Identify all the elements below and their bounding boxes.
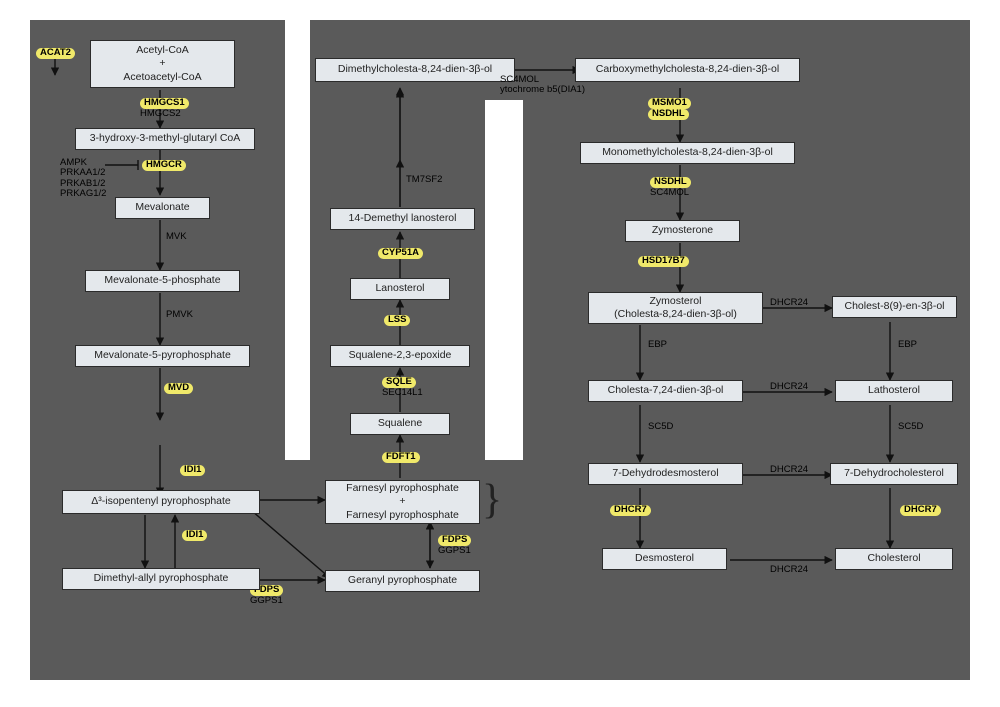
enz-sqle: SQLESEC14L1	[382, 377, 423, 399]
node-fpp: Farnesyl pyrophosphate + Farnesyl pyroph…	[325, 480, 480, 524]
enz-dhcr24-1: DHCR24	[770, 298, 808, 309]
enz-mvk: MVK	[166, 232, 187, 243]
node-dimeth: Dimethylcholesta-8,24-dien-3β-ol	[315, 58, 515, 82]
enz-idi1b: IDI1	[182, 530, 207, 541]
enz-ebp2: EBP	[898, 340, 917, 351]
enz-mvd: MVD	[164, 383, 193, 394]
enz-hsd17b7: HSD17B7	[638, 256, 689, 267]
enz-cyp51a: CYP51A	[378, 248, 423, 259]
enz-ampk: AMPK PRKAA1/2 PRKAB1/2 PRKAG1/2	[60, 158, 106, 200]
node-demeth14: 14-Demethyl lanosterol	[330, 208, 475, 230]
node-cholest: Cholesterol	[835, 548, 953, 570]
enz-dhcr7-2: DHCR7	[900, 505, 941, 516]
node-lathost: Lathosterol	[835, 380, 953, 402]
enz-msmo: MSMO1NSDHL	[648, 98, 691, 120]
enz-dhcr7-1: DHCR7	[610, 505, 651, 516]
enz-sc5d1: SC5D	[648, 422, 673, 433]
node-m5p: Mevalonate-5-phosphate	[85, 270, 240, 292]
node-lanost: Lanosterol	[350, 278, 450, 300]
node-hmgcoa: 3-hydroxy-3-methyl-glutaryl CoA	[75, 128, 255, 150]
node-m5pp: Mevalonate-5-pyrophosphate	[75, 345, 250, 367]
node-ipp-real: Δ³-isopentenyl pyrophosphate	[62, 490, 260, 514]
node-dehyddesm: 7-Dehydrodesmosterol	[588, 463, 743, 485]
enz-ebp1: EBP	[648, 340, 667, 351]
node-acetyl: Acetyl-CoA + Acetoacetyl-CoA	[90, 40, 235, 88]
node-dehydchol: 7-Dehydrocholesterol	[830, 463, 958, 485]
node-carboxy: Carboxymethylcholesta-8,24-dien-3β-ol	[575, 58, 800, 82]
node-squalene: Squalene	[350, 413, 450, 435]
node-chol724: Cholesta-7,24-dien-3β-ol	[588, 380, 743, 402]
enz-fdps2: FDPSGGPS1	[438, 535, 471, 557]
enz-lss: LSS	[384, 315, 410, 326]
node-gpp: Geranyl pyrophosphate	[325, 570, 480, 592]
node-zymoster2: Zymosterol (Cholesta-8,24-dien-3β-ol)	[588, 292, 763, 324]
enz-nsdhl2: NSDHLSC4MOL	[650, 177, 691, 199]
enz-idi1: IDI1	[180, 465, 205, 476]
enz-dhcr24-4: DHCR24	[770, 565, 808, 576]
enz-acat2: ACAT2	[36, 48, 75, 59]
enz-hmgcr: HMGCR	[142, 160, 186, 171]
enz-sc4mol: SC4MOLytochrome b5(DIA1)	[500, 75, 585, 96]
node-sqepox: Squalene-2,3-epoxide	[330, 345, 470, 367]
node-meval: Mevalonate	[115, 197, 210, 219]
enz-fdft1: FDFT1	[382, 452, 420, 463]
node-desmost: Desmosterol	[602, 548, 727, 570]
enz-pmvk: PMVK	[166, 310, 193, 321]
node-dmapp-real: Dimethyl-allyl pyrophosphate	[62, 568, 260, 590]
node-monometh: Monomethylcholesta-8,24-dien-3β-ol	[580, 142, 795, 164]
enz-hmgcs: HMGCS1HMGCS2	[140, 98, 189, 120]
enz-dhcr24-3: DHCR24	[770, 465, 808, 476]
node-zymoster1: Zymosterone	[625, 220, 740, 242]
enz-tm7sf2: TM7SF2	[406, 175, 442, 186]
enz-sc5d2: SC5D	[898, 422, 923, 433]
node-cholest8: Cholest-8(9)-en-3β-ol	[832, 296, 957, 318]
enz-dhcr24-2: DHCR24	[770, 382, 808, 393]
bracket: }	[482, 476, 502, 524]
